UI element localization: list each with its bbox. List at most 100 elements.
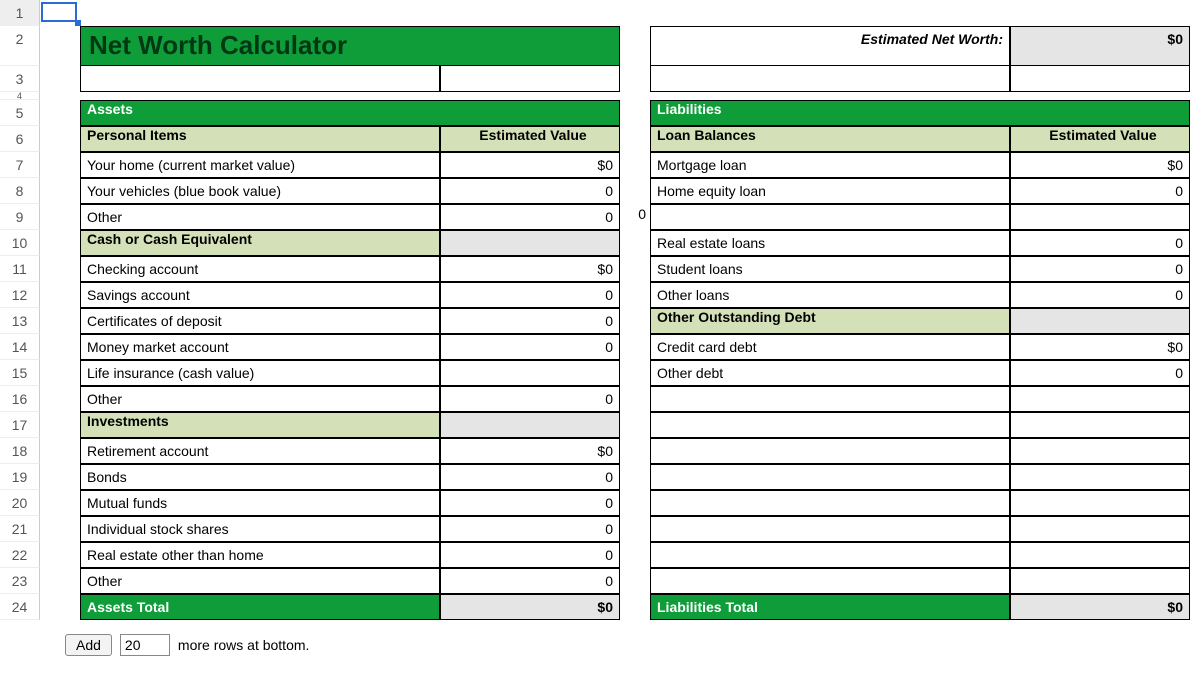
add-rows-button[interactable]: Add xyxy=(65,634,112,656)
liab-value[interactable]: 0 xyxy=(1010,178,1190,204)
assets-total-label: Assets Total xyxy=(80,594,440,620)
liab-empty[interactable] xyxy=(650,438,1010,464)
spreadsheet[interactable]: 1 2 Net Worth Calculator Estimated Net W… xyxy=(0,0,1200,620)
asset-label[interactable]: Other xyxy=(80,568,440,594)
liab-empty[interactable] xyxy=(1010,386,1190,412)
liab-value[interactable]: $0 xyxy=(1010,152,1190,178)
asset-value[interactable]: 0 xyxy=(440,516,620,542)
assets-subheader: Cash or Cash Equivalent xyxy=(80,230,440,256)
row-number[interactable]: 21 xyxy=(0,516,40,542)
add-rows-count[interactable] xyxy=(120,634,170,656)
row-number[interactable]: 4 xyxy=(0,92,40,100)
row-number[interactable]: 3 xyxy=(0,66,40,92)
liab-empty[interactable] xyxy=(1010,464,1190,490)
fill-handle[interactable] xyxy=(75,20,81,26)
asset-value[interactable]: 0 xyxy=(440,178,620,204)
liab-empty[interactable] xyxy=(650,464,1010,490)
asset-value[interactable]: 0 xyxy=(440,282,620,308)
liab-empty[interactable] xyxy=(650,542,1010,568)
liab-empty[interactable] xyxy=(1010,516,1190,542)
liab-empty[interactable] xyxy=(650,386,1010,412)
asset-label[interactable]: Other xyxy=(80,386,440,412)
row-number[interactable]: 1 xyxy=(0,0,40,26)
row-number[interactable]: 23 xyxy=(0,568,40,594)
asset-label[interactable]: Your vehicles (blue book value) xyxy=(80,178,440,204)
asset-label[interactable]: Life insurance (cash value) xyxy=(80,360,440,386)
liab-empty[interactable] xyxy=(1010,490,1190,516)
liab-label[interactable]: Credit card debt xyxy=(650,334,1010,360)
asset-label[interactable]: Savings account xyxy=(80,282,440,308)
liab-empty[interactable] xyxy=(650,490,1010,516)
liab-value[interactable]: $0 xyxy=(1010,334,1190,360)
asset-label[interactable]: Bonds xyxy=(80,464,440,490)
liab-empty[interactable] xyxy=(1010,568,1190,594)
row-number[interactable]: 20 xyxy=(0,490,40,516)
row-number[interactable]: 6 xyxy=(0,126,40,152)
spacer-value: 0 xyxy=(620,204,650,230)
asset-label[interactable]: Mutual funds xyxy=(80,490,440,516)
asset-value[interactable]: $0 xyxy=(440,256,620,282)
row-number[interactable]: 24 xyxy=(0,594,40,620)
liab-value[interactable] xyxy=(1010,204,1190,230)
liab-value[interactable]: 0 xyxy=(1010,282,1190,308)
liab-label[interactable]: Other debt xyxy=(650,360,1010,386)
row-number[interactable]: 5 xyxy=(0,100,40,126)
net-worth-label: Estimated Net Worth: xyxy=(650,26,1010,66)
asset-label[interactable]: Money market account xyxy=(80,334,440,360)
liab-empty[interactable] xyxy=(650,516,1010,542)
assets-subheader: Personal Items xyxy=(80,126,440,152)
row-number[interactable]: 16 xyxy=(0,386,40,412)
asset-value[interactable] xyxy=(440,360,620,386)
liab-value-header: Estimated Value xyxy=(1010,126,1190,152)
asset-label[interactable]: Your home (current market value) xyxy=(80,152,440,178)
asset-value[interactable]: 0 xyxy=(440,490,620,516)
asset-label[interactable]: Checking account xyxy=(80,256,440,282)
asset-value[interactable]: 0 xyxy=(440,542,620,568)
row-number[interactable]: 10 xyxy=(0,230,40,256)
asset-label[interactable]: Real estate other than home xyxy=(80,542,440,568)
liab-empty[interactable] xyxy=(1010,542,1190,568)
row-number[interactable]: 8 xyxy=(0,178,40,204)
row-number[interactable]: 17 xyxy=(0,412,40,438)
row-number[interactable]: 7 xyxy=(0,152,40,178)
asset-label[interactable]: Individual stock shares xyxy=(80,516,440,542)
asset-value[interactable]: 0 xyxy=(440,334,620,360)
liab-empty[interactable] xyxy=(1010,412,1190,438)
asset-label[interactable]: Certificates of deposit xyxy=(80,308,440,334)
liab-label[interactable]: Home equity loan xyxy=(650,178,1010,204)
liab-empty[interactable] xyxy=(650,568,1010,594)
asset-value[interactable]: 0 xyxy=(440,464,620,490)
row-number[interactable]: 11 xyxy=(0,256,40,282)
row-number[interactable]: 22 xyxy=(0,542,40,568)
row-number[interactable]: 18 xyxy=(0,438,40,464)
asset-value[interactable]: $0 xyxy=(440,152,620,178)
liab-label[interactable]: Student loans xyxy=(650,256,1010,282)
row-number[interactable]: 19 xyxy=(0,464,40,490)
asset-value[interactable]: 0 xyxy=(440,308,620,334)
liabilities-header: Liabilities xyxy=(650,100,1190,126)
row-number[interactable]: 13 xyxy=(0,308,40,334)
asset-label[interactable]: Other xyxy=(80,204,440,230)
liab-empty[interactable] xyxy=(650,412,1010,438)
asset-value[interactable]: 0 xyxy=(440,386,620,412)
liab-subheader: Loan Balances xyxy=(650,126,1010,152)
assets-total-value: $0 xyxy=(440,594,620,620)
row-number[interactable]: 14 xyxy=(0,334,40,360)
liab-label[interactable]: Mortgage loan xyxy=(650,152,1010,178)
liab-value[interactable]: 0 xyxy=(1010,256,1190,282)
liab-empty[interactable] xyxy=(1010,438,1190,464)
asset-value[interactable]: 0 xyxy=(440,204,620,230)
row-number[interactable]: 9 xyxy=(0,204,40,230)
liab-label[interactable] xyxy=(650,204,1010,230)
liab-label[interactable]: Real estate loans xyxy=(650,230,1010,256)
liab-label[interactable]: Other loans xyxy=(650,282,1010,308)
assets-header: Assets xyxy=(80,100,620,126)
asset-value[interactable]: 0 xyxy=(440,568,620,594)
liab-value[interactable]: 0 xyxy=(1010,360,1190,386)
asset-label[interactable]: Retirement account xyxy=(80,438,440,464)
asset-value[interactable]: $0 xyxy=(440,438,620,464)
row-number[interactable]: 12 xyxy=(0,282,40,308)
row-number[interactable]: 2 xyxy=(0,26,40,66)
row-number[interactable]: 15 xyxy=(0,360,40,386)
liab-value[interactable]: 0 xyxy=(1010,230,1190,256)
